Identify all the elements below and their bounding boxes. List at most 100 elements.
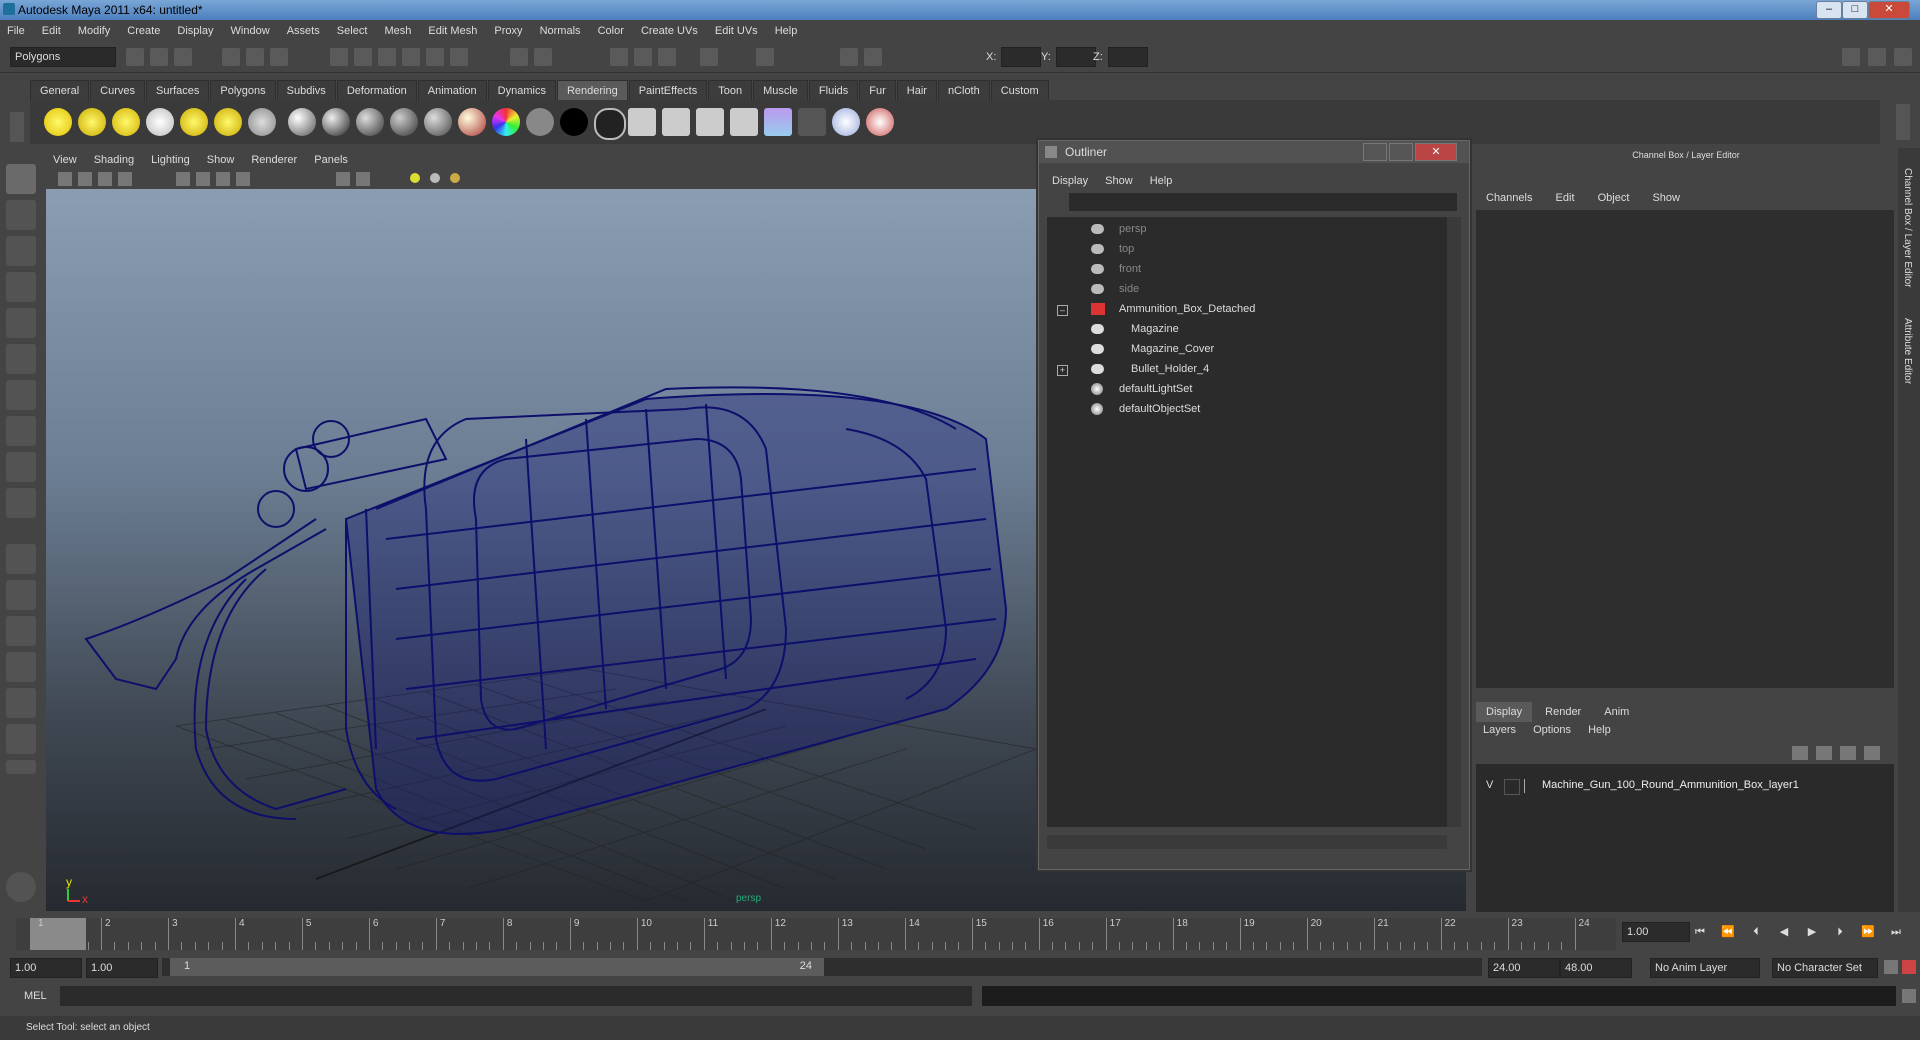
show-manipulator-icon[interactable] [6,452,36,482]
play-forwards-button[interactable]: ▶ [1804,924,1820,940]
menu-edit-uvs[interactable]: Edit UVs [708,20,765,42]
volume-light-icon[interactable] [214,108,242,136]
point-light-icon[interactable] [112,108,140,136]
outliner-minimize-button[interactable] [1363,143,1387,161]
textured-icon[interactable] [216,172,230,186]
mode-dropdown[interactable]: Polygons [10,47,116,67]
select-hierarchy-icon[interactable] [222,48,240,66]
construction-history-icon[interactable] [510,48,528,66]
use-background-icon[interactable] [560,108,588,136]
show-tool-settings-icon[interactable] [1894,48,1912,66]
batch-render-icon[interactable] [696,108,724,136]
go-to-end-button[interactable]: ⏭ [1888,924,1904,940]
phonge-icon[interactable] [390,108,418,136]
blinn-icon[interactable] [322,108,350,136]
step-back-key-button[interactable]: ⏪ [1720,924,1736,940]
outliner-titlebar[interactable]: Outliner ✕ [1039,141,1469,163]
tab-anim[interactable]: Anim [1594,702,1639,722]
y-field[interactable] [1056,47,1096,67]
camera-icon[interactable] [248,108,276,136]
outliner-item-magazine-cover[interactable]: Magazine_Cover [1091,341,1214,357]
layer-visibility-toggle[interactable]: V [1486,779,1493,791]
shelf-tab-fluids[interactable]: Fluids [808,80,859,101]
camera-attributes-icon[interactable] [58,172,72,186]
shelf-tab-general[interactable]: General [30,80,90,101]
outliner-maximize-button[interactable] [1389,143,1413,161]
ipr-icon[interactable] [662,108,690,136]
scale-tool-icon[interactable] [6,344,36,374]
preferences-icon[interactable] [1902,960,1916,974]
command-input[interactable] [60,986,972,1006]
shelf-tab-animation[interactable]: Animation [417,80,487,101]
render-view-shelf-icon[interactable] [730,108,758,136]
shelf-tab-ncloth[interactable]: nCloth [937,80,990,101]
minimize-button[interactable]: – [1816,1,1842,19]
universal-manipulator-icon[interactable] [6,380,36,410]
grid-toggle-icon[interactable] [118,172,132,186]
input-line-icon[interactable] [756,48,774,66]
select-object-icon[interactable] [246,48,264,66]
cb-menu-channels[interactable]: Channels [1476,188,1542,208]
isolate-select-icon[interactable] [336,172,350,186]
lambert-icon[interactable] [288,108,316,136]
open-scene-icon[interactable] [150,48,168,66]
render-current-icon[interactable] [628,108,656,136]
layout-options-icon[interactable] [6,760,36,774]
single-view-layout-icon[interactable] [6,544,36,574]
shelf-tab-toon[interactable]: Toon [708,80,753,101]
new-scene-icon[interactable] [126,48,144,66]
play-backwards-button[interactable]: ◀ [1776,924,1792,940]
move-layer-down-icon[interactable] [1864,746,1880,760]
side-tab-attribute-editor[interactable]: Attribute Editor [1902,318,1913,384]
lights-icon[interactable] [236,172,250,186]
layered-shader-icon[interactable] [458,108,486,136]
ammunition-box-wireframe[interactable] [84,386,1008,835]
shelf-tab-rendering[interactable]: Rendering [556,80,628,101]
collapse-icon[interactable]: – [1057,305,1068,316]
outliner-graph-layout-icon[interactable] [6,724,36,754]
panel-menu-show[interactable]: Show [200,151,242,169]
paint-brush-icon[interactable] [866,108,894,136]
area-light-icon[interactable] [180,108,208,136]
new-layer-selected-icon[interactable] [1816,746,1832,760]
script-editor-icon[interactable] [1902,989,1916,1003]
render-settings-shelf-icon[interactable] [798,108,826,136]
close-button[interactable]: ✕ [1868,1,1910,19]
cb-menu-object[interactable]: Object [1588,188,1640,208]
panel-menu-lighting[interactable]: Lighting [144,151,197,169]
snap-grid-icon[interactable] [330,48,348,66]
step-forward-key-button[interactable]: ⏩ [1860,924,1876,940]
graph-persp-layout-icon[interactable] [6,652,36,682]
outliner-item-default-object-set[interactable]: defaultObjectSet [1091,401,1200,417]
move-tool-icon[interactable] [6,272,36,302]
menu-file[interactable]: File [0,20,32,42]
panel-menu-shading[interactable]: Shading [87,151,141,169]
layer-type-toggle[interactable] [1504,779,1520,795]
surface-shader-icon[interactable] [526,108,554,136]
shelf-tab-deformation[interactable]: Deformation [336,80,417,101]
ramp-shader-icon[interactable] [492,108,520,136]
outliner-menu-help[interactable]: Help [1143,171,1180,191]
soft-modification-icon[interactable] [6,416,36,446]
toggle-sidebar-icon[interactable] [840,48,858,66]
save-scene-icon[interactable] [174,48,192,66]
outliner-menu-show[interactable]: Show [1098,171,1140,191]
menu-proxy[interactable]: Proxy [487,20,529,42]
time-slider[interactable]: 1 2 3 4 5 6 7 8 9 10 11 12 13 14 15 16 17 18 19 20 21 22 23 24 [16,918,1616,950]
animation-end-field[interactable]: 48.00 [1560,958,1632,978]
outliner-item-top[interactable]: top [1091,241,1134,257]
range-slider[interactable]: 1 24 [162,958,1482,976]
render-globals-icon[interactable] [832,108,860,136]
directional-light-icon[interactable] [78,108,106,136]
layer-name[interactable]: Machine_Gun_100_Round_Ammunition_Box_lay… [1542,779,1799,791]
wireframe-icon[interactable] [176,172,190,186]
shelf-options-icon[interactable] [10,112,24,142]
x-field[interactable] [1001,47,1041,67]
outliner-item-front[interactable]: front [1091,261,1141,277]
shelf-tab-hair[interactable]: Hair [896,80,937,101]
menu-mesh[interactable]: Mesh [377,20,418,42]
shelf-tab-muscle[interactable]: Muscle [753,80,808,101]
snap-surface-icon[interactable] [426,48,444,66]
shelf-tab-dynamics[interactable]: Dynamics [487,80,556,101]
paint-select-tool-icon[interactable] [6,236,36,266]
